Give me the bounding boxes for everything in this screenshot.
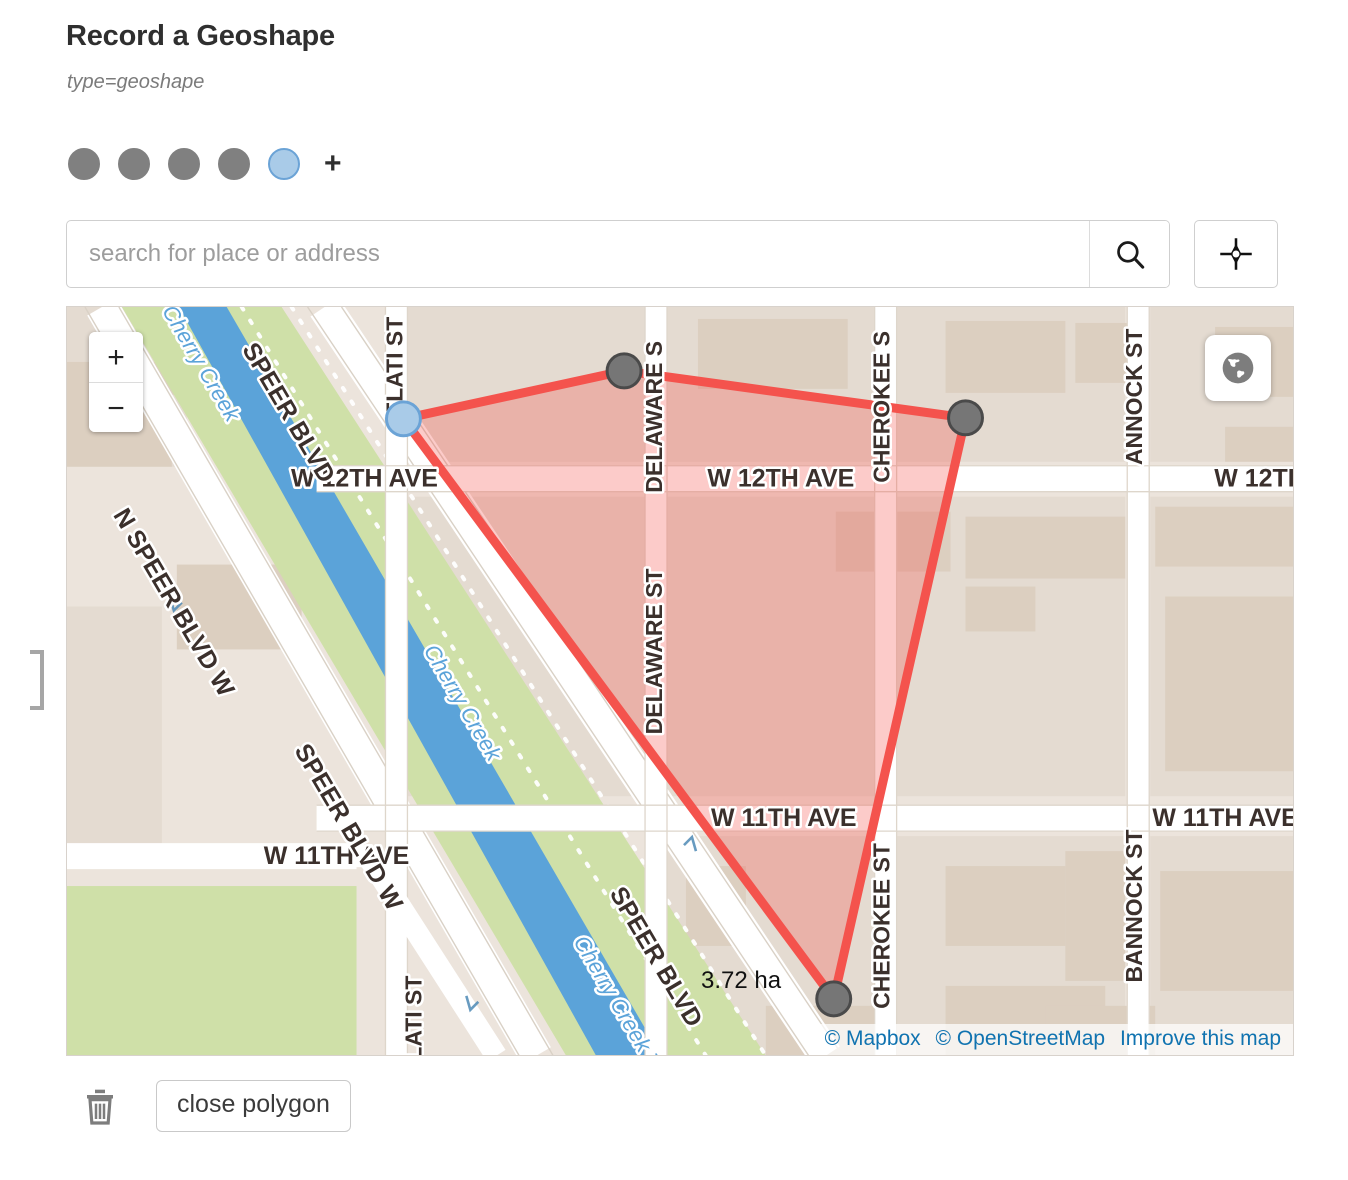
search-icon [1116, 241, 1144, 269]
svg-text:ELATI ST: ELATI ST [400, 976, 426, 1056]
svg-text:CHEROKEE ST: CHEROKEE ST [869, 843, 895, 1009]
attribution-mapbox-link[interactable]: © Mapbox [825, 1027, 921, 1050]
add-point-button[interactable]: + [324, 149, 342, 179]
crosshair-locate-icon [1220, 238, 1252, 270]
trash-icon [87, 1089, 113, 1125]
search-input[interactable] [67, 221, 1089, 287]
attribution-improve-map-link[interactable]: Improve this map [1120, 1027, 1281, 1050]
zoom-in-button[interactable]: + [89, 332, 143, 382]
map-attribution: © Mapbox © OpenStreetMap Improve this ma… [812, 1024, 1293, 1055]
stepper-dot-3[interactable] [168, 148, 200, 180]
svg-text:W 12TH: W 12TH [1214, 465, 1293, 493]
point-stepper: + [68, 148, 342, 180]
page-title: Record a Geoshape [66, 20, 335, 52]
stepper-dot-1[interactable] [68, 148, 100, 180]
svg-text:CHEROKEE S: CHEROKEE S [869, 331, 895, 483]
globe-icon [1222, 352, 1254, 384]
left-edge-bracket [30, 650, 44, 710]
locate-me-button[interactable] [1194, 220, 1278, 288]
geoshape-recorder-page: Record a Geoshape type=geoshape + search… [0, 0, 1348, 1180]
svg-text:W 11TH AVE: W 11TH AVE [1152, 804, 1293, 832]
polygon-vertex-4 [815, 980, 853, 1018]
svg-text:DELAWARE ST: DELAWARE ST [641, 569, 667, 735]
zoom-out-button[interactable]: − [89, 382, 143, 432]
map-layer-toggle-button[interactable] [1205, 335, 1271, 401]
search-box [66, 220, 1170, 288]
svg-text:W 12TH AVE: W 12TH AVE [707, 465, 854, 493]
search-row [66, 220, 1278, 288]
map-container[interactable]: W 12TH AVE W 12TH AVE W 12TH W 11TH AVE … [66, 306, 1294, 1056]
stepper-dot-4[interactable] [218, 148, 250, 180]
stepper-dot-2[interactable] [118, 148, 150, 180]
stepper-dot-5-active[interactable] [268, 148, 300, 180]
close-polygon-button[interactable]: close polygon [156, 1080, 351, 1132]
search-button[interactable] [1089, 221, 1169, 287]
polygon-vertex-3 [947, 399, 984, 437]
map-zoom-controls: + − [89, 332, 143, 432]
svg-text:ANNOCK ST: ANNOCK ST [1121, 329, 1147, 465]
map-canvas: W 12TH AVE W 12TH AVE W 12TH W 11TH AVE … [67, 307, 1293, 1056]
polygon-vertex-2 [605, 352, 643, 390]
polygon-vertex-1-active [384, 400, 422, 438]
svg-text:DELAWARE S: DELAWARE S [641, 341, 667, 493]
attribution-osm-link[interactable]: © OpenStreetMap [936, 1027, 1106, 1050]
page-subtitle: type=geoshape [67, 71, 205, 93]
map-footer-controls: close polygon [80, 1080, 351, 1132]
delete-shape-button[interactable] [80, 1084, 120, 1128]
svg-text:BANNOCK ST: BANNOCK ST [1121, 829, 1147, 982]
svg-text:W 11TH AVE: W 11TH AVE [711, 804, 856, 832]
